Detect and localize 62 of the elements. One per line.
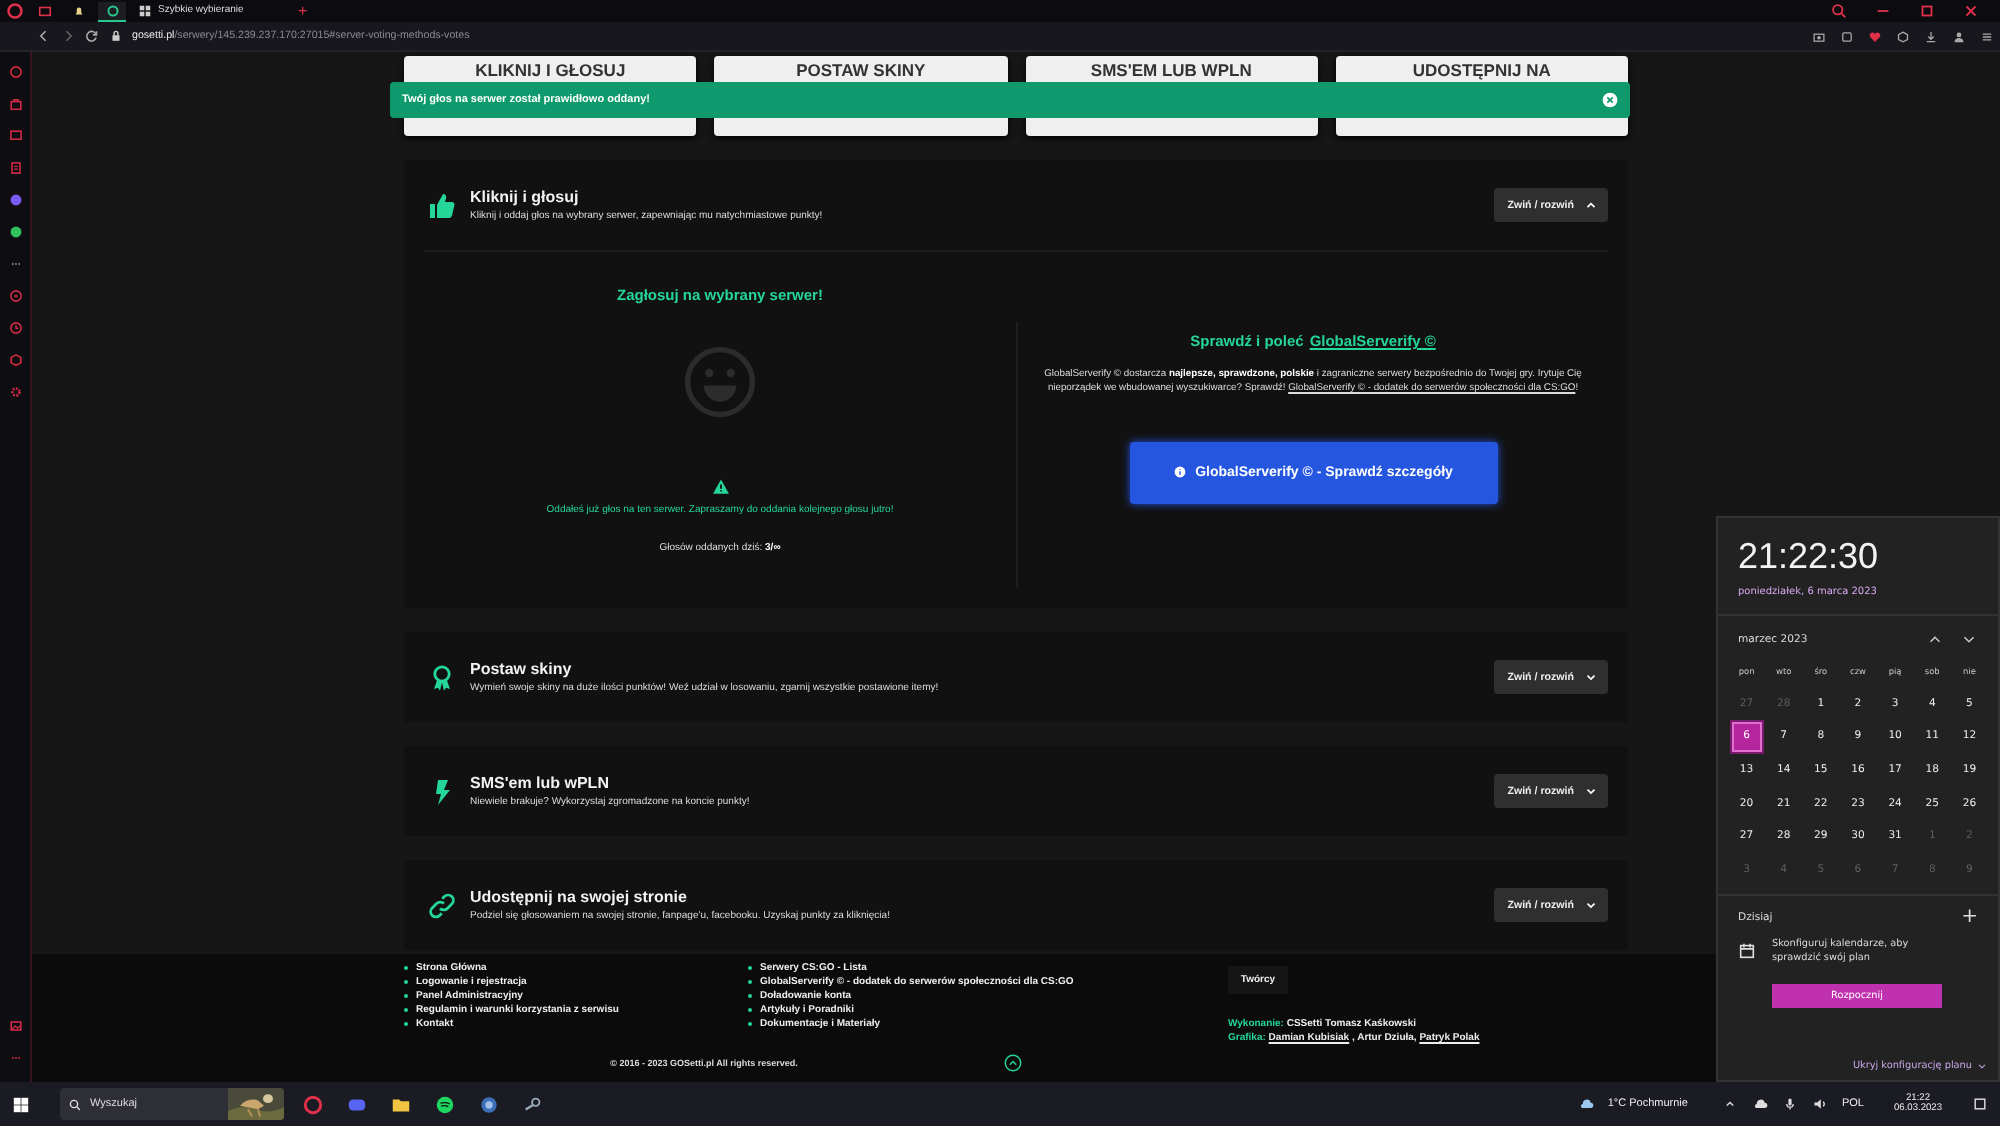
cube-icon[interactable] bbox=[1896, 29, 1910, 43]
search-icon[interactable] bbox=[68, 1097, 82, 1111]
target-icon[interactable] bbox=[7, 288, 23, 304]
search-icon[interactable] bbox=[1830, 2, 1848, 20]
back-icon[interactable] bbox=[36, 28, 52, 44]
lock-icon bbox=[108, 28, 124, 44]
mail-icon[interactable] bbox=[37, 3, 51, 17]
scroll-up-icon[interactable] bbox=[1004, 1054, 1022, 1072]
add-event-button[interactable]: + bbox=[1961, 908, 1978, 929]
bell-icon[interactable] bbox=[71, 3, 85, 17]
ring-icon[interactable] bbox=[105, 3, 119, 17]
user-icon[interactable] bbox=[1952, 29, 1966, 43]
section-title: Udostępnij na swojej stronie bbox=[470, 888, 689, 906]
speaker-icon[interactable] bbox=[1811, 1096, 1828, 1112]
heart-icon[interactable] bbox=[1868, 29, 1882, 43]
globe-icon[interactable] bbox=[478, 1093, 500, 1115]
microphone-icon[interactable] bbox=[1781, 1096, 1798, 1112]
bag-icon[interactable] bbox=[7, 96, 23, 112]
reload-icon[interactable] bbox=[84, 28, 100, 44]
windows-logo-icon[interactable] bbox=[12, 1095, 30, 1113]
cloud-icon[interactable] bbox=[1751, 1096, 1768, 1112]
calendar-icon bbox=[1738, 942, 1756, 961]
chevron-up-icon[interactable] bbox=[1584, 198, 1598, 212]
grid-icon[interactable] bbox=[138, 3, 152, 17]
maximize-icon[interactable] bbox=[1918, 2, 1936, 20]
award-icon bbox=[428, 663, 456, 691]
close-icon[interactable] bbox=[1602, 92, 1618, 108]
clock-icon[interactable] bbox=[7, 320, 23, 336]
chat-icon[interactable] bbox=[7, 224, 23, 240]
notification-icon[interactable] bbox=[1972, 1096, 1988, 1112]
section-title: Kliknij i głosuj bbox=[470, 188, 581, 206]
chevron-down-icon[interactable] bbox=[1584, 898, 1598, 912]
image-icon[interactable] bbox=[7, 1018, 23, 1034]
download-icon[interactable] bbox=[1924, 29, 1938, 43]
document-icon[interactable] bbox=[7, 160, 23, 176]
close-icon[interactable] bbox=[1962, 2, 1980, 20]
menu-icon[interactable] bbox=[1980, 29, 1994, 43]
chevron-down-icon[interactable] bbox=[1976, 1060, 1988, 1072]
camera-icon[interactable] bbox=[1812, 29, 1826, 43]
clock-time: 21:22:30 bbox=[1738, 536, 1881, 578]
cloud-icon[interactable] bbox=[1577, 1096, 1594, 1112]
section-title: SMS'em lub wPLN bbox=[470, 774, 611, 792]
warning-icon bbox=[711, 478, 729, 496]
share-icon[interactable] bbox=[1840, 29, 1854, 43]
link-icon bbox=[428, 891, 456, 919]
browser-tab[interactable] bbox=[98, 1, 126, 21]
info-icon[interactable] bbox=[1173, 466, 1186, 479]
chevron-up-icon[interactable] bbox=[1721, 1096, 1738, 1112]
chevron-down-icon[interactable] bbox=[1584, 670, 1598, 684]
smiley-icon bbox=[684, 346, 756, 418]
tv-icon[interactable] bbox=[7, 128, 23, 144]
messenger-icon[interactable] bbox=[7, 192, 23, 208]
ring-icon[interactable] bbox=[7, 64, 23, 80]
chevron-down-icon[interactable] bbox=[1584, 784, 1598, 798]
new-tab-button[interactable]: + bbox=[298, 3, 308, 19]
ring-icon[interactable] bbox=[302, 1093, 324, 1115]
forward-icon[interactable] bbox=[60, 28, 76, 44]
box-icon[interactable] bbox=[7, 352, 23, 368]
section-title: Postaw skiny bbox=[470, 660, 574, 678]
music-icon[interactable] bbox=[434, 1093, 456, 1115]
browser-logo-icon[interactable] bbox=[6, 2, 24, 20]
thumbs-up-icon bbox=[428, 191, 456, 219]
